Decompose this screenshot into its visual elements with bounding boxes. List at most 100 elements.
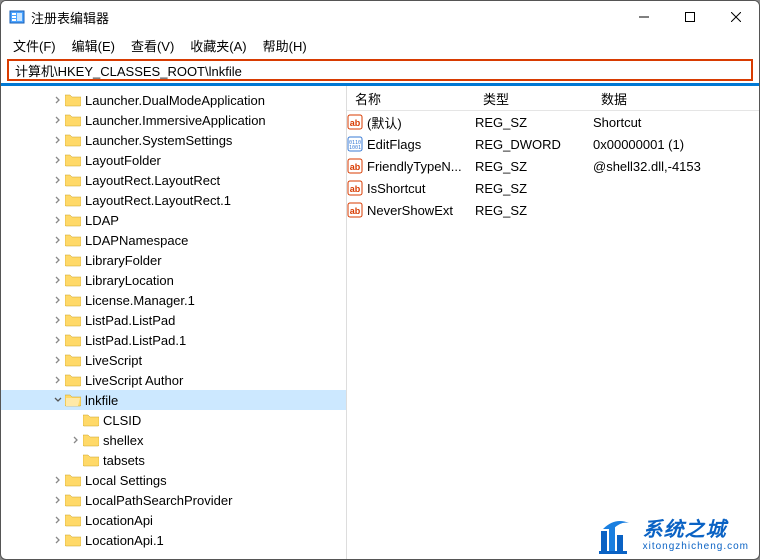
maximize-button[interactable] [667,1,713,33]
folder-icon [65,233,81,247]
value-row[interactable]: 01101001EditFlagsREG_DWORD0x00000001 (1) [347,133,759,155]
address-bar[interactable] [7,59,753,81]
tree-item[interactable]: LayoutRect.LayoutRect [1,170,346,190]
folder-icon [65,313,81,327]
menu-edit[interactable]: 编辑(E) [66,34,121,57]
chevron-right-icon[interactable] [51,116,65,124]
value-row[interactable]: ab(默认)REG_SZShortcut [347,111,759,133]
col-type[interactable]: 类型 [475,89,593,108]
tree-item[interactable]: shellex [1,430,346,450]
value-name: EditFlags [367,137,421,152]
string-value-icon: ab [347,202,363,218]
value-type: REG_SZ [467,203,585,218]
values-pane[interactable]: 名称 类型 数据 ab(默认)REG_SZShortcut01101001Edi… [347,86,759,560]
tree-item[interactable]: LDAP [1,210,346,230]
chevron-right-icon[interactable] [51,96,65,104]
tree-item[interactable]: LiveScript Author [1,370,346,390]
titlebar[interactable]: 注册表编辑器 [1,1,759,33]
tree-item[interactable]: ListPad.ListPad [1,310,346,330]
chevron-right-icon[interactable] [51,156,65,164]
svg-text:ab: ab [350,184,361,194]
tree-item-label: LocationApi [85,513,153,528]
tree-item[interactable]: Launcher.SystemSettings [1,130,346,150]
chevron-right-icon[interactable] [51,136,65,144]
folder-icon [65,193,81,207]
tree-item[interactable]: LibraryLocation [1,270,346,290]
col-name[interactable]: 名称 [347,89,475,108]
watermark-url: xitongzhicheng.com [643,541,749,552]
close-button[interactable] [713,1,759,33]
tree-item[interactable]: LibraryFolder [1,250,346,270]
tree-item-label: LibraryFolder [85,253,162,268]
tree-item-label: LayoutFolder [85,153,161,168]
tree-item-label: ListPad.ListPad [85,313,175,328]
tree-item-label: LiveScript Author [85,373,183,388]
chevron-right-icon[interactable] [51,256,65,264]
tree-item[interactable]: LiveScript [1,350,346,370]
tree-item[interactable]: ListPad.ListPad.1 [1,330,346,350]
menu-file[interactable]: 文件(F) [7,34,62,57]
minimize-button[interactable] [621,1,667,33]
tree-item[interactable]: Launcher.DualModeApplication [1,90,346,110]
tree-item-label: LiveScript [85,353,142,368]
chevron-right-icon[interactable] [51,216,65,224]
tree-item[interactable]: Local Settings [1,470,346,490]
chevron-right-icon[interactable] [51,276,65,284]
tree-item-label: LocationApi.1 [85,533,164,548]
value-row[interactable]: abFriendlyTypeN...REG_SZ@shell32.dll,-41… [347,155,759,177]
tree-item[interactable]: CLSID [1,410,346,430]
menu-view[interactable]: 查看(V) [125,34,180,57]
value-data: @shell32.dll,-4153 [585,159,759,174]
chevron-right-icon[interactable] [69,436,83,444]
folder-icon [65,173,81,187]
chevron-right-icon[interactable] [51,336,65,344]
value-data: 0x00000001 (1) [585,137,759,152]
chevron-right-icon[interactable] [51,356,65,364]
tree-item-label: License.Manager.1 [85,293,195,308]
folder-icon [65,533,81,547]
tree-item[interactable]: Launcher.ImmersiveApplication [1,110,346,130]
chevron-right-icon[interactable] [51,516,65,524]
tree-item[interactable]: lnkfile [1,390,346,410]
tree-item[interactable]: LocationApi.1 [1,530,346,550]
col-data[interactable]: 数据 [593,89,759,108]
tree-item-label: CLSID [103,413,141,428]
tree-item[interactable]: LayoutFolder [1,150,346,170]
chevron-right-icon[interactable] [51,176,65,184]
tree-item[interactable]: tabsets [1,450,346,470]
chevron-right-icon[interactable] [51,536,65,544]
folder-icon [65,493,81,507]
chevron-right-icon[interactable] [51,376,65,384]
tree-item-label: Launcher.DualModeApplication [85,93,265,108]
tree-item-label: LocalPathSearchProvider [85,493,232,508]
tree-item-label: LayoutRect.LayoutRect [85,173,220,188]
chevron-down-icon[interactable] [51,396,65,404]
chevron-right-icon[interactable] [51,476,65,484]
tree-item-label: shellex [103,433,143,448]
chevron-right-icon[interactable] [51,316,65,324]
chevron-right-icon[interactable] [51,296,65,304]
folder-icon [65,353,81,367]
workarea: Launcher.DualModeApplication Launcher.Imm… [1,86,759,560]
value-data: Shortcut [585,115,759,130]
tree-item-label: Launcher.ImmersiveApplication [85,113,266,128]
string-value-icon: ab [347,114,363,130]
tree-item[interactable]: LocalPathSearchProvider [1,490,346,510]
menu-help[interactable]: 帮助(H) [257,34,313,57]
tree-item[interactable]: LDAPNamespace [1,230,346,250]
chevron-right-icon[interactable] [51,196,65,204]
watermark-text: 系统之城 [643,519,749,541]
value-row[interactable]: abNeverShowExtREG_SZ [347,199,759,221]
tree-item[interactable]: LocationApi [1,510,346,530]
chevron-right-icon[interactable] [51,496,65,504]
chevron-right-icon[interactable] [51,236,65,244]
tree-pane[interactable]: Launcher.DualModeApplication Launcher.Imm… [1,86,347,560]
tree-item-label: LayoutRect.LayoutRect.1 [85,193,231,208]
value-row[interactable]: abIsShortcutREG_SZ [347,177,759,199]
menu-favorites[interactable]: 收藏夹(A) [184,34,252,57]
tree-item[interactable]: License.Manager.1 [1,290,346,310]
string-value-icon: ab [347,180,363,196]
list-header[interactable]: 名称 类型 数据 [347,86,759,111]
tree-item[interactable]: LayoutRect.LayoutRect.1 [1,190,346,210]
address-input[interactable] [13,62,747,79]
